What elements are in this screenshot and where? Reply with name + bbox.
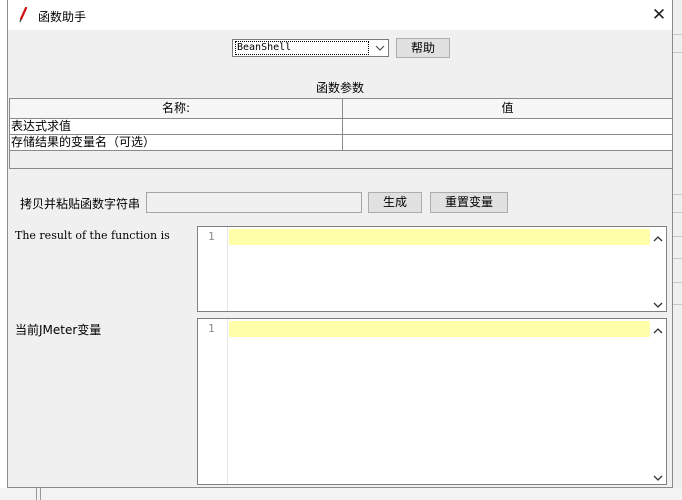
jmeter-vars-editor[interactable]: 1 (197, 318, 667, 485)
param-name-cell[interactable]: 表达式求值 (10, 119, 343, 135)
line-number: 1 (208, 230, 215, 243)
result-label: The result of the function is (15, 229, 170, 242)
background-app-strip (672, 0, 682, 500)
jmeter-vars-label: 当前JMeter变量 (15, 323, 102, 337)
scroll-down-icon[interactable] (653, 298, 663, 308)
close-icon[interactable]: ✕ (649, 5, 669, 25)
line-number: 1 (208, 322, 215, 335)
line-number-gutter: 1 (198, 319, 228, 484)
function-helper-dialog: 函数助手 ✕ BeanShell 帮助 函数参数 名称: 值 表达式求值 存储结… (7, 0, 673, 488)
copy-paste-label: 拷贝并粘贴函数字符串 (20, 197, 141, 211)
scroll-down-icon[interactable] (653, 471, 663, 481)
background-app-bottom (0, 488, 682, 500)
title-bar: 函数助手 ✕ (8, 0, 672, 30)
scrollbar[interactable] (650, 319, 666, 484)
params-table: 名称: 值 表达式求值 存储结果的变量名（可选） (9, 98, 673, 169)
params-section-title: 函数参数 (316, 81, 365, 95)
scroll-up-icon[interactable] (653, 232, 663, 242)
generate-button[interactable]: 生成 (368, 192, 422, 213)
function-string-field[interactable] (146, 192, 362, 213)
column-header-name[interactable]: 名称: (10, 99, 343, 119)
current-line-highlight (229, 321, 650, 337)
feather-icon (18, 6, 28, 23)
current-line-highlight (229, 229, 650, 245)
param-value-cell[interactable] (343, 119, 672, 135)
line-number-gutter: 1 (198, 227, 228, 311)
result-editor[interactable]: 1 (197, 226, 667, 312)
param-name-cell[interactable]: 存储结果的变量名（可选） (10, 135, 343, 151)
function-select[interactable]: BeanShell (232, 39, 389, 57)
window-title: 函数助手 (38, 10, 87, 24)
help-button[interactable]: 帮助 (396, 38, 450, 58)
column-header-value[interactable]: 值 (343, 99, 672, 119)
param-value-cell[interactable] (343, 135, 672, 151)
scrollbar[interactable] (650, 227, 666, 311)
scroll-up-icon[interactable] (653, 324, 663, 334)
function-select-value: BeanShell (235, 41, 369, 55)
reset-variables-button[interactable]: 重置变量 (430, 192, 508, 213)
chevron-down-icon[interactable] (373, 41, 387, 55)
